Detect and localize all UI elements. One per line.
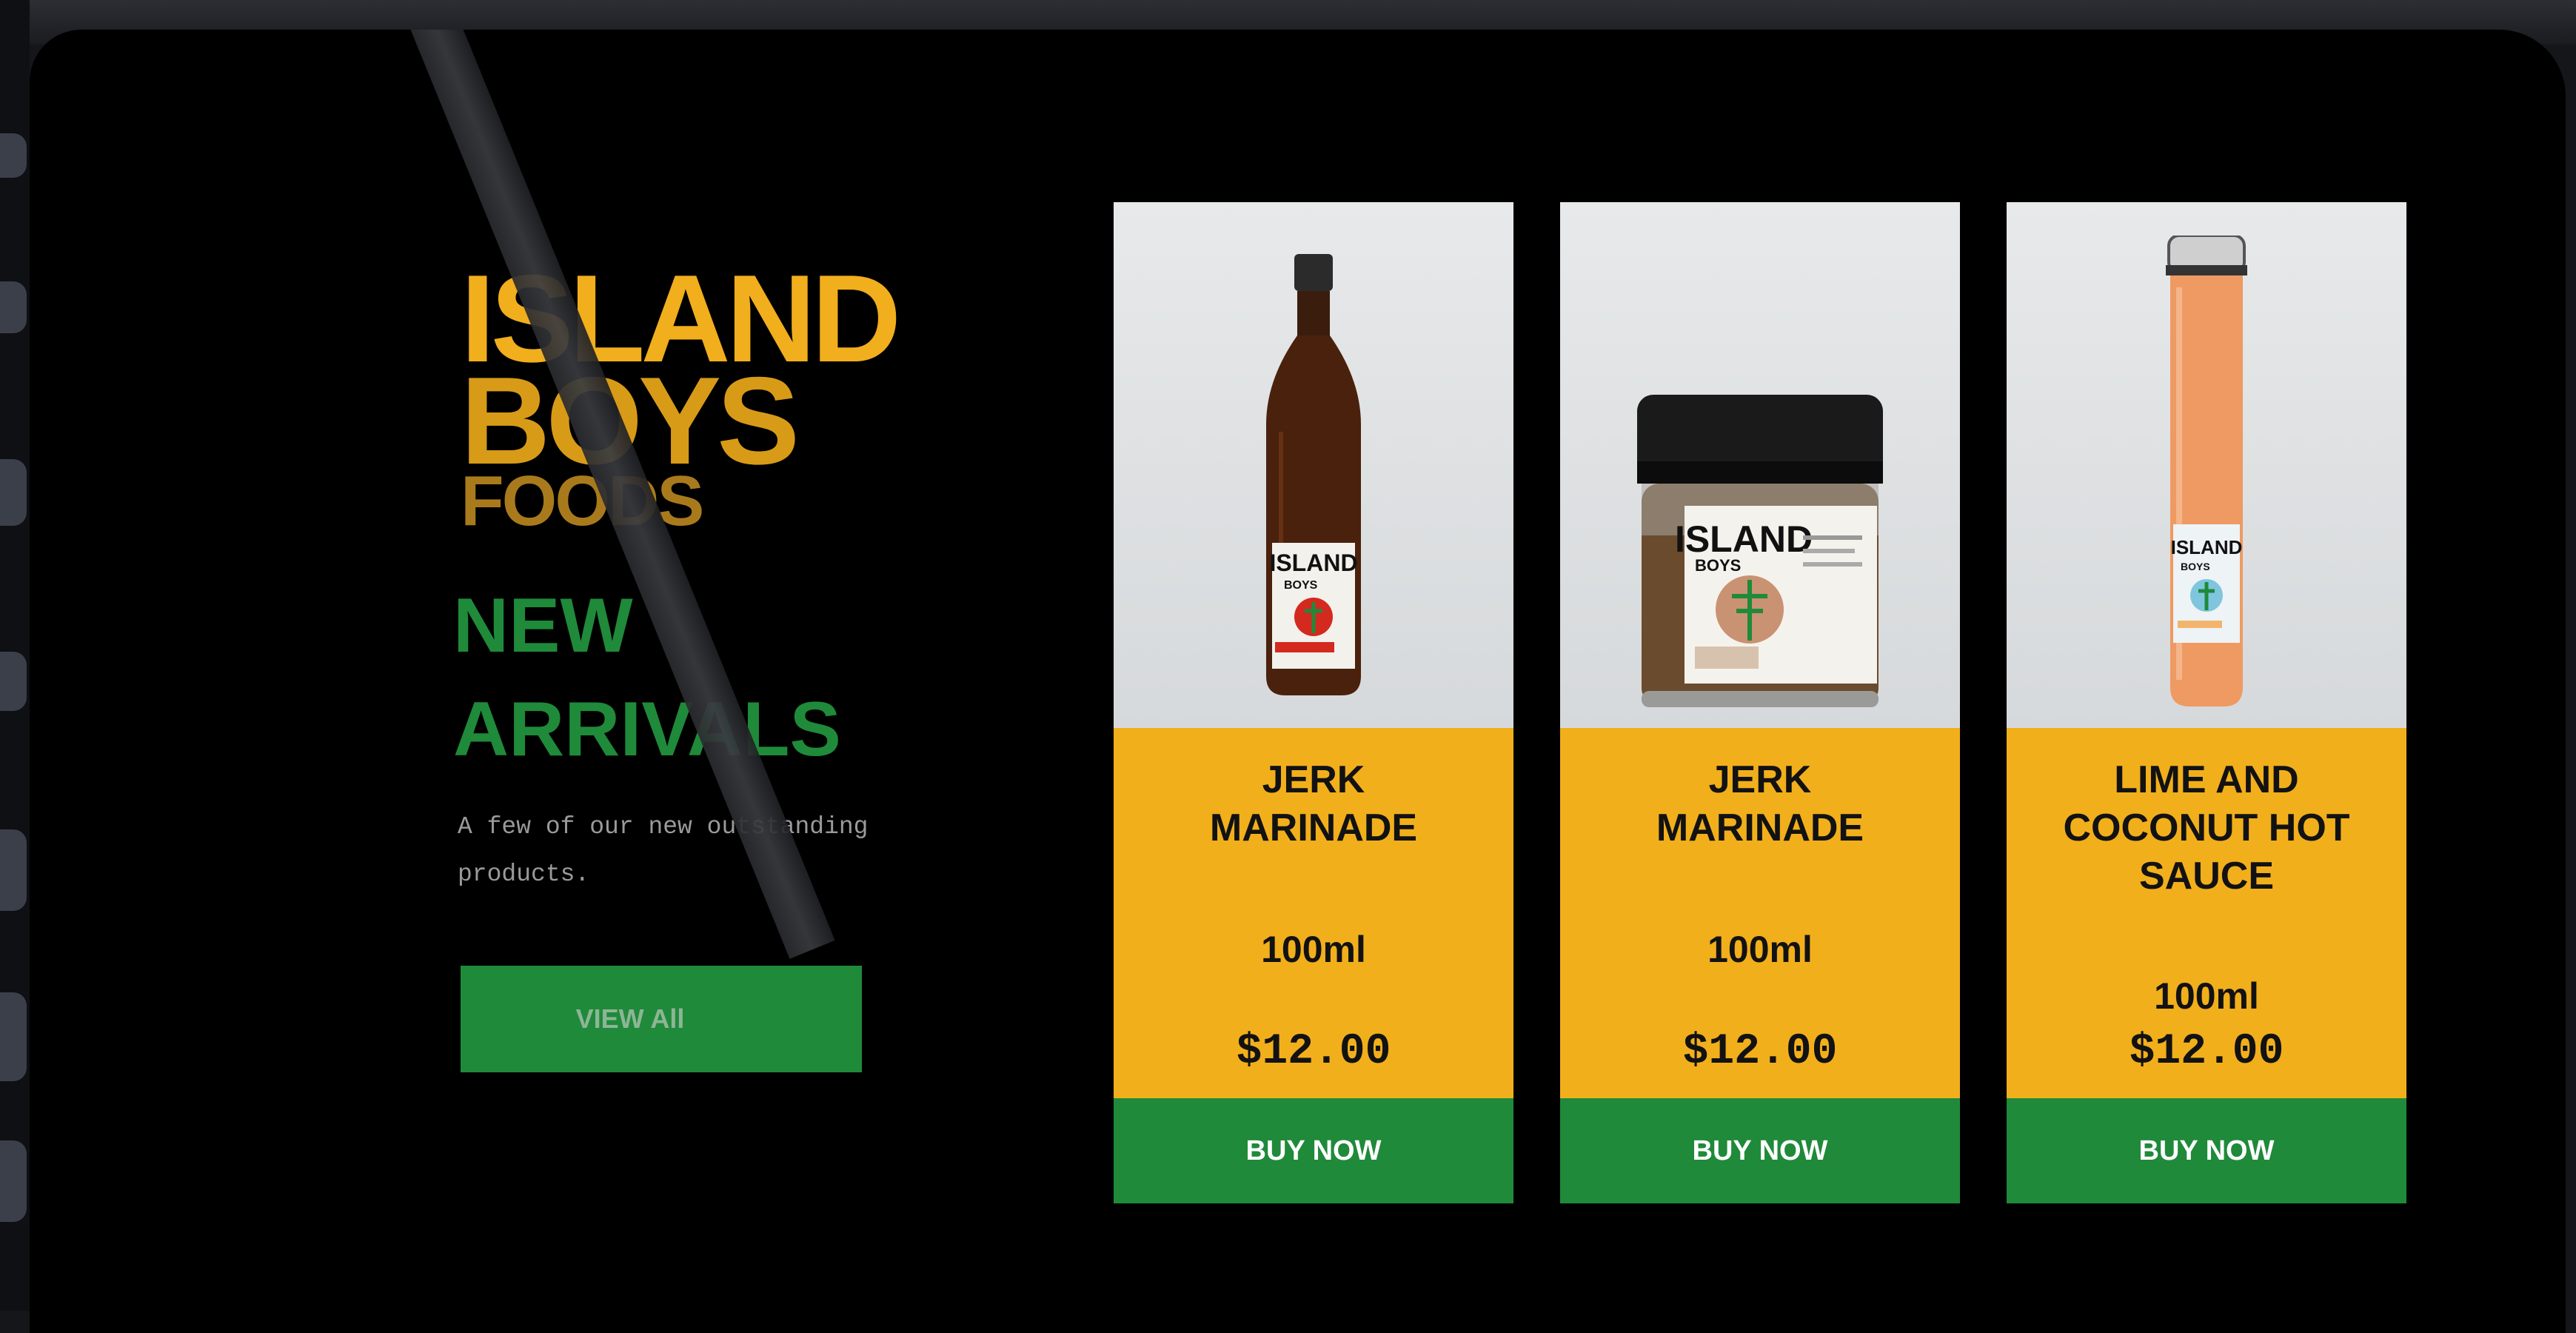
product-photo[interactable]: ISLAND BOYS [1560,202,1960,728]
view-all-label: VIEW All [575,1003,685,1034]
product-card[interactable]: ISLAND BOYS JERK MARINADE 100ml $12.00 B… [1560,202,1960,1203]
product-price: $12.00 [1682,1028,1838,1076]
amber-bottle-image: ISLAND BOYS [1266,254,1361,695]
bottle-label-text: ISLAND [2171,536,2243,558]
edge-detail [0,281,27,333]
edge-detail [0,992,27,1081]
product-info: JERK MARINADE 100ml $12.00 [1560,728,1960,1098]
buy-now-button[interactable]: BUY NOW [2007,1098,2406,1203]
orange-bottle-image: ISLAND BOYS [2166,235,2247,706]
jar-label-text: ISLAND [1675,518,1813,560]
product-name: JERK MARINADE [1656,758,1864,849]
device-left-edge [0,0,30,1311]
edge-detail [0,652,27,711]
bottle-label-text: ISLAND [1269,549,1357,576]
product-photo[interactable]: ISLAND BOYS [2007,202,2406,728]
product-name: JERK MARINADE [1209,758,1418,849]
screen: ISLAND BOYS FOODS NEW ARRIVALS A few of … [30,30,2566,1333]
buy-now-button[interactable]: BUY NOW [1560,1098,1960,1203]
product-photo[interactable]: ISLAND BOYS [1114,202,1513,728]
product-name: LIME AND COCONUT HOT SAUCE [2063,758,2350,898]
headline-line-2: ARRIVALS [453,686,841,772]
product-price: $12.00 [1236,1028,1391,1076]
edge-detail [0,829,27,911]
product-card[interactable]: ISLAND BOYS LIME AND COCONUT HOT SAUCE 1… [2007,202,2406,1203]
svg-text:BOYS: BOYS [1695,556,1741,575]
edge-detail [0,459,27,526]
product-info: JERK MARINADE 100ml $12.00 [1114,728,1513,1098]
product-card[interactable]: ISLAND BOYS JERK MARINADE 100ml $12.00 B… [1114,202,1513,1203]
product-size: 100ml [2154,975,2259,1017]
product-price: $12.00 [2129,1028,2284,1076]
edge-detail [0,133,27,178]
svg-text:BOYS: BOYS [1284,579,1318,592]
buy-now-button[interactable]: BUY NOW [1114,1098,1513,1203]
edge-detail [0,1140,27,1222]
logo-line-3: FOODS [461,461,704,541]
product-size: 100ml [1707,929,1813,970]
hero-description: A few of our new outstanding products. [458,813,869,888]
product-info: LIME AND COCONUT HOT SAUCE 100ml $12.00 [2007,728,2406,1098]
seasoning-jar-image: ISLAND BOYS [1637,395,1883,707]
product-size: 100ml [1261,929,1366,970]
svg-text:BOYS: BOYS [2181,561,2210,572]
view-all-button[interactable]: VIEW All [461,966,862,1072]
